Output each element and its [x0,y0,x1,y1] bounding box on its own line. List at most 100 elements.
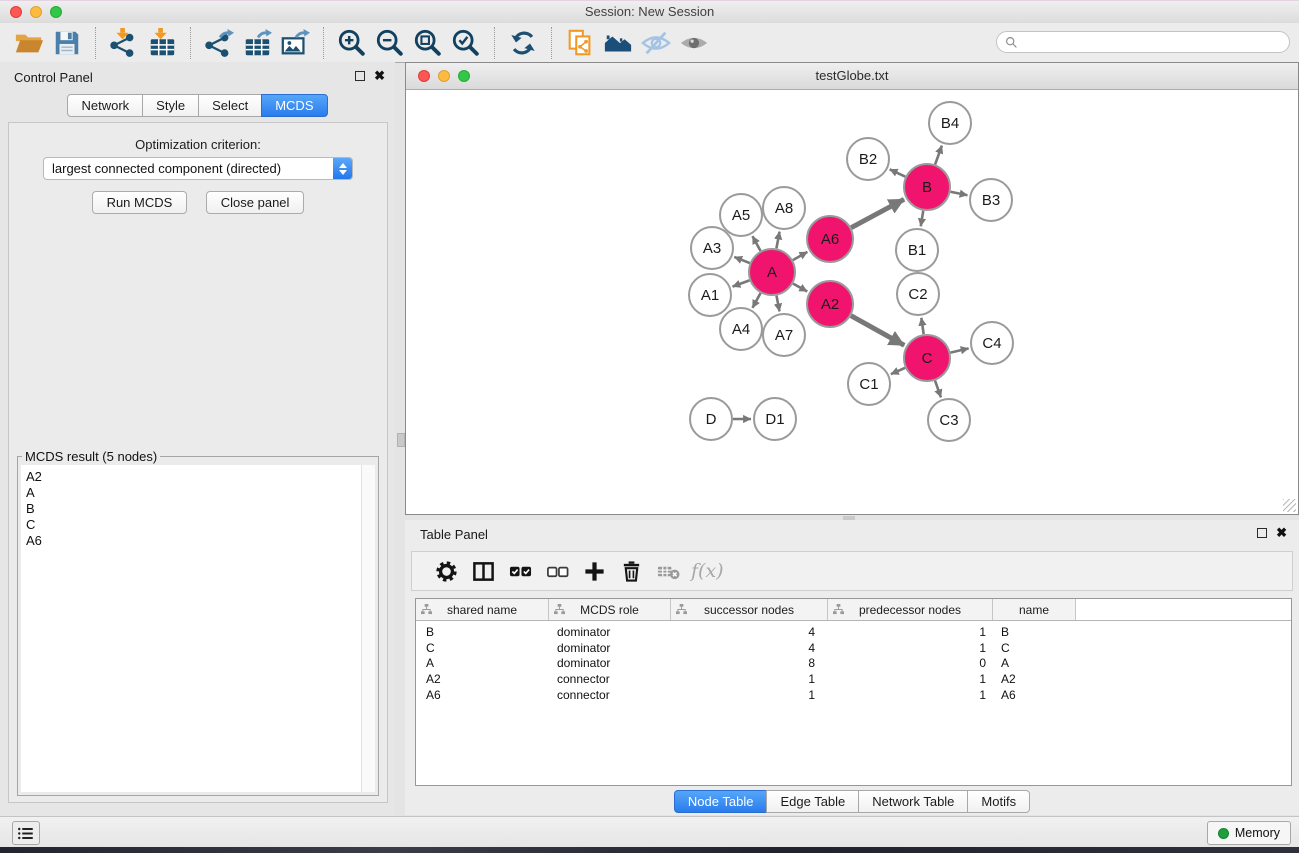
table-cell[interactable]: B [416,625,549,639]
table-cell[interactable]: A6 [993,688,1076,702]
run-mcds-button[interactable]: Run MCDS [92,191,188,214]
export-image-icon[interactable] [276,26,314,60]
result-list-item[interactable]: B [21,501,375,517]
table-cell[interactable]: 1 [671,672,828,686]
edge-C-C3[interactable] [935,381,941,398]
table-row[interactable]: A2connector11A2 [416,671,1291,687]
edge-A-A2[interactable] [793,284,807,292]
result-list-item[interactable]: C [21,517,375,533]
table-cell[interactable]: 1 [828,641,993,655]
graph-node-C3[interactable]: C3 [928,399,970,441]
task-history-button[interactable] [12,821,40,845]
table-cell[interactable]: dominator [549,641,671,655]
function-builder-icon[interactable]: f(x) [687,560,724,582]
open-folder-icon[interactable] [10,26,48,60]
table-cell[interactable]: dominator [549,625,671,639]
table-cell[interactable]: connector [549,672,671,686]
edge-B-B3[interactable] [951,192,968,195]
table-cell[interactable]: C [416,641,549,655]
edge-A-A7[interactable] [776,296,779,312]
table-cell[interactable]: A6 [416,688,549,702]
close-panel-icon[interactable]: ✖ [374,70,385,82]
graph-node-A2[interactable]: A2 [807,281,853,327]
resize-grip-icon[interactable] [1283,499,1296,512]
criterion-dropdown[interactable]: largest connected component (directed) [43,157,353,180]
edge-A-A4[interactable] [752,293,760,308]
edge-C-C2[interactable] [921,318,923,334]
column-header-name[interactable]: name [993,599,1076,620]
result-list-item[interactable]: A6 [21,533,375,549]
graph-node-C4[interactable]: C4 [971,322,1013,364]
edge-B-B2[interactable] [890,169,906,176]
close-table-panel-icon[interactable]: ✖ [1276,527,1287,539]
table-row[interactable]: Bdominator41B [416,624,1291,640]
table-cell[interactable]: 1 [828,625,993,639]
table-row[interactable]: Adominator80A [416,656,1291,672]
split-columns-icon[interactable] [465,557,502,585]
edge-A-A6[interactable] [793,252,808,260]
hide-selected-icon[interactable] [637,26,675,60]
gear-icon[interactable] [428,557,465,585]
delete-table-icon[interactable] [650,557,687,585]
table-cell[interactable]: 0 [828,656,993,670]
table-cell[interactable]: 8 [671,656,828,670]
edge-A-A5[interactable] [752,236,760,251]
table-cell[interactable]: 1 [828,688,993,702]
refresh-icon[interactable] [504,26,542,60]
edge-A2-C[interactable] [851,316,904,346]
tab-motifs[interactable]: Motifs [967,790,1030,813]
show-all-icon[interactable] [675,26,713,60]
column-header-MCDS-role[interactable]: MCDS role [549,599,671,620]
graph-node-B3[interactable]: B3 [970,179,1012,221]
column-header-predecessor-nodes[interactable]: predecessor nodes [828,599,993,620]
select-all-icon[interactable] [502,557,539,585]
export-network-icon[interactable] [200,26,238,60]
graph-node-C2[interactable]: C2 [897,273,939,315]
table-row[interactable]: A6connector11A6 [416,687,1291,703]
zoom-fit-icon[interactable] [409,26,447,60]
graph-node-A5[interactable]: A5 [720,194,762,236]
table-cell[interactable]: dominator [549,656,671,670]
result-list-item[interactable]: A2 [21,469,375,485]
table-cell[interactable]: connector [549,688,671,702]
node-table[interactable]: shared nameMCDS rolesuccessor nodesprede… [415,598,1292,786]
table-row[interactable]: Cdominator41C [416,640,1291,656]
graph-node-A3[interactable]: A3 [691,227,733,269]
zoom-selected-icon[interactable] [447,26,485,60]
table-cell[interactable]: B [993,625,1076,639]
delete-column-icon[interactable] [613,557,650,585]
network-window-titlebar[interactable]: testGlobe.txt [406,63,1298,90]
graph-node-A7[interactable]: A7 [763,314,805,356]
table-cell[interactable]: A [993,656,1076,670]
edge-A-A8[interactable] [776,232,779,249]
result-list-scrollbar[interactable] [361,465,375,792]
tab-mcds[interactable]: MCDS [261,94,327,117]
zoom-out-icon[interactable] [371,26,409,60]
close-panel-button[interactable]: Close panel [206,191,305,214]
deselect-all-icon[interactable] [539,557,576,585]
float-panel-icon[interactable] [355,71,365,81]
graph-node-A4[interactable]: A4 [720,308,762,350]
edge-B-B1[interactable] [921,211,923,227]
graph-node-A8[interactable]: A8 [763,187,805,229]
table-cell[interactable]: 4 [671,625,828,639]
table-cell[interactable]: C [993,641,1076,655]
edge-A-A1[interactable] [733,280,750,286]
edge-C-C1[interactable] [891,368,905,374]
tab-edge-table[interactable]: Edge Table [766,790,859,813]
graph-node-A[interactable]: A [749,249,795,295]
tab-style[interactable]: Style [142,94,199,117]
graph-node-C1[interactable]: C1 [848,363,890,405]
tab-network-table[interactable]: Network Table [858,790,968,813]
edge-B-B4[interactable] [935,146,942,165]
save-session-icon[interactable] [48,26,86,60]
graph-node-B4[interactable]: B4 [929,102,971,144]
graph-node-B2[interactable]: B2 [847,138,889,180]
search-input[interactable] [1018,35,1289,50]
table-cell[interactable]: 1 [828,672,993,686]
edge-C-C4[interactable] [950,348,968,352]
graph-node-A1[interactable]: A1 [689,274,731,316]
export-table-icon[interactable] [238,26,276,60]
search-field[interactable] [996,31,1290,53]
column-header-shared-name[interactable]: shared name [416,599,549,620]
